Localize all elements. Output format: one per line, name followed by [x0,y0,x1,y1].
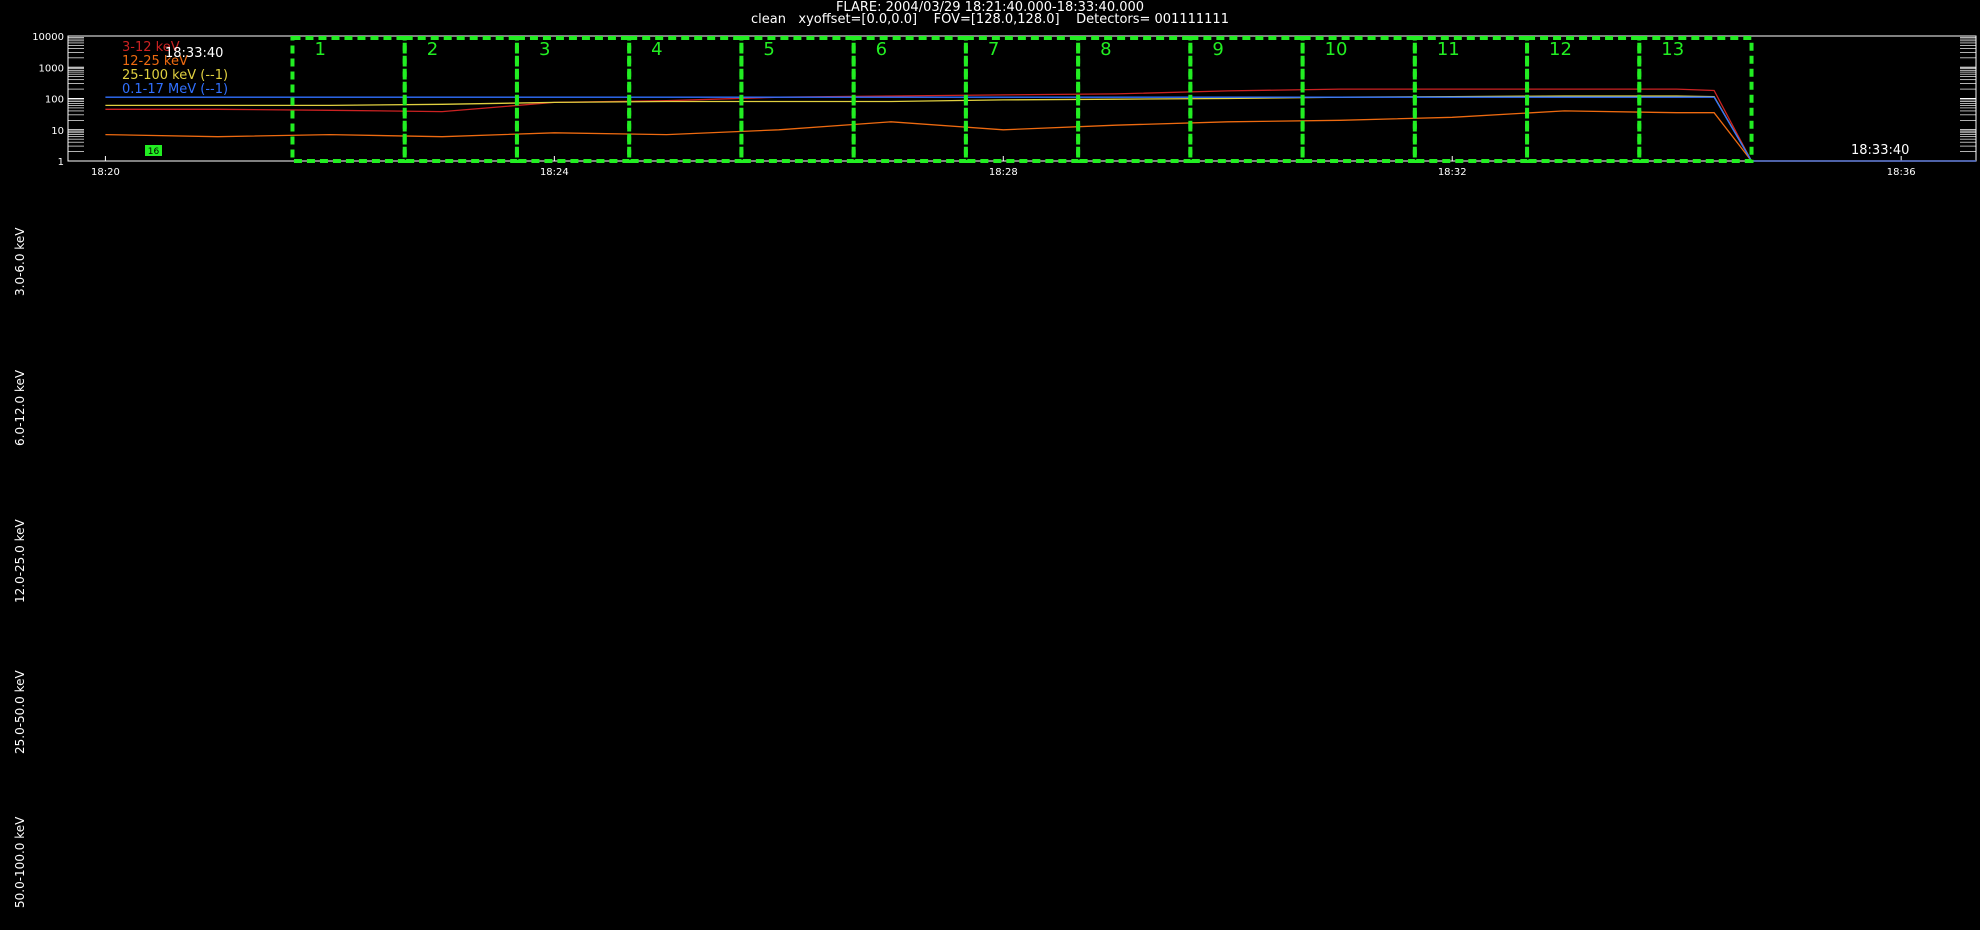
right-timestamp: 18:33:40 [1851,143,1909,158]
interval-box-13[interactable] [1637,36,1754,163]
side-label-12-25-kev: 12.0-25.0 keV [13,519,27,603]
series-group [105,88,1976,162]
interval-box-2[interactable] [402,36,519,163]
side-label-50-100-kev: 50.0-100.0 keV [13,816,27,908]
y-tick-label: 1 [58,157,64,168]
marker-badge-label: 16 [148,147,160,157]
interval-box-11[interactable] [1412,36,1530,163]
interval-label-4: 4 [651,39,662,60]
interval-label-10: 10 [1325,39,1348,60]
legend-entry-2: 25-100 keV (--1) [122,68,228,83]
x-tick-label: 18:36 [1887,167,1916,175]
interval-label-7: 7 [988,39,999,60]
x-tick-label: 18:32 [1438,167,1467,175]
interval-box-3[interactable] [514,36,632,163]
x-tick-label: 18:20 [91,167,120,175]
interval-label-13: 13 [1661,39,1684,60]
interval-label-12: 12 [1549,39,1572,60]
interval-box-1[interactable] [290,36,407,163]
interval-label-1: 1 [314,39,325,60]
interval-label-6: 6 [876,39,887,60]
y-tick-label: 100 [45,95,64,106]
lightcurve-chart[interactable]: 10000 1000 100 10 1 18:20 18:24 18:28 18:32 18:36… [0,0,1980,175]
interval-label-8: 8 [1100,39,1111,60]
y-tick-label: 10 [51,126,64,137]
interval-label-11: 11 [1437,39,1460,60]
side-label-3-6-kev: 3.0-6.0 keV [13,227,27,296]
y-tick-label: 1000 [39,63,64,74]
series-line-3 [105,96,1976,162]
interval-label-9: 9 [1212,39,1223,60]
interval-label-5: 5 [763,39,774,60]
x-tick-label: 18:24 [540,167,569,175]
interval-box-5[interactable] [739,36,856,163]
x-tick-label: 18:28 [989,167,1018,175]
legend-entry-3: 0.1-17 MeV (--1) [122,82,228,97]
interval-box-6[interactable] [851,36,968,163]
side-label-6-12-kev: 6.0-12.0 keV [13,369,27,446]
interval-label-2: 2 [427,39,438,60]
interval-label-3: 3 [539,39,550,60]
legend-timestamp: 18:33:40 [165,46,223,61]
overlay-group: 18:33:40 18:33:40 16 [145,46,1909,158]
interval-box-9[interactable] [1188,36,1305,163]
plot-frame [67,35,1977,162]
interval-box-10[interactable] [1300,36,1417,163]
series-line-1 [105,110,1976,162]
side-label-25-50-kev: 25.0-50.0 keV [13,670,27,754]
y-tick-label: 10000 [32,32,64,43]
interval-box-12[interactable] [1525,36,1642,163]
